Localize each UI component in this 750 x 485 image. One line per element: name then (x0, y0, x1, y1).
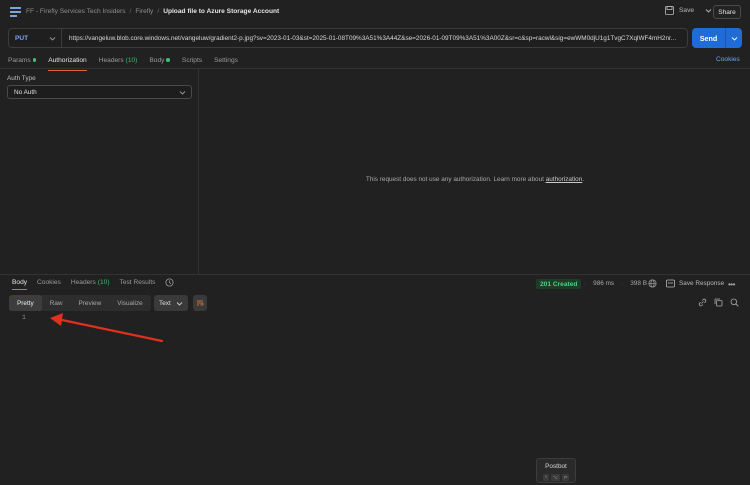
view-pretty[interactable]: Pretty (9, 295, 42, 311)
tab-label: Authorization (48, 56, 87, 64)
share-button[interactable]: Share (713, 5, 741, 19)
tab-label: Headers (98, 56, 124, 64)
link-icon[interactable] (698, 298, 707, 307)
save-response-button[interactable]: Save Response (666, 279, 724, 288)
tab-body[interactable]: Body (149, 54, 170, 68)
auth-type-value: No Auth (14, 88, 37, 96)
breadcrumb-separator: / (157, 8, 160, 15)
tab-test-results[interactable]: Test Results (120, 279, 156, 286)
tab-scripts[interactable]: Scripts (182, 54, 202, 68)
save-response-label: Save Response (679, 280, 725, 287)
url-input[interactable] (62, 29, 687, 47)
chevron-down-icon (176, 301, 183, 306)
auth-type-select[interactable]: No Auth (7, 85, 192, 99)
method-label: PUT (15, 34, 29, 42)
request-url-bar: PUT (8, 28, 688, 48)
tab-authorization[interactable]: Authorization (48, 54, 87, 71)
send-options-button[interactable] (726, 28, 742, 48)
authorization-link[interactable]: authorization (546, 176, 583, 183)
send-button[interactable]: Send (692, 28, 726, 48)
breadcrumb-item-workspace[interactable]: FF - Firefly Services Tech Insiders (26, 8, 126, 15)
save-icon (666, 279, 675, 288)
tab-label: Body (149, 56, 165, 64)
format-value: Text (159, 299, 171, 307)
save-label: Save (679, 7, 695, 14)
breadcrumb: FF - Firefly Services Tech Insiders / Fi… (26, 8, 279, 15)
response-view-switcher: Pretty Raw Preview Visualize (9, 295, 151, 311)
wrap-icon (197, 300, 204, 306)
tab-label: Cookies (37, 279, 61, 286)
view-preview[interactable]: Preview (71, 295, 110, 311)
chevron-down-icon (49, 36, 56, 41)
tab-label: Params (8, 56, 31, 64)
response-meta: · 986 ms · 398 B (584, 280, 647, 287)
meta-separator: · (584, 280, 587, 287)
tab-count: (10) (125, 56, 138, 64)
auth-message-end: . (582, 176, 585, 183)
method-select[interactable]: PUT (9, 29, 62, 47)
history-icon[interactable] (165, 278, 174, 287)
tab-settings[interactable]: Settings (214, 54, 238, 68)
network-icon[interactable] (648, 279, 657, 288)
tab-headers[interactable]: Headers (10) (99, 54, 138, 68)
chevron-down-icon (731, 36, 737, 41)
postbot-shortcut: ^ ⌥ P (537, 474, 575, 481)
response-time[interactable]: 986 ms (593, 280, 614, 287)
tab-label: Body (12, 279, 28, 286)
request-title[interactable]: Upload file to Azure Storage Account (163, 8, 279, 15)
request-tabs: Params Authorization Headers (10) Body S… (8, 54, 238, 71)
response-tabs: Body Cookies Headers (10) Test Results (12, 278, 174, 290)
chevron-down-icon[interactable] (705, 7, 712, 14)
tab-label: Headers (70, 279, 96, 286)
shortcut-key: ^ (542, 474, 550, 481)
response-size[interactable]: 398 B (630, 280, 647, 287)
breadcrumb-item-folder[interactable]: Firefly (135, 8, 153, 15)
view-raw[interactable]: Raw (42, 295, 71, 311)
shortcut-key: ⌥ (551, 474, 561, 481)
top-bar: FF - Firefly Services Tech Insiders / Fi… (0, 0, 750, 26)
cookies-link[interactable]: Cookies (716, 56, 740, 63)
postbot-button[interactable]: Postbot ^ ⌥ P (536, 458, 576, 483)
chevron-down-icon (179, 90, 186, 95)
tab-label: Settings (214, 56, 238, 64)
auth-message-text: This request does not use any authorizat… (365, 176, 546, 183)
status-dot (32, 58, 37, 62)
line-number: 1 (22, 314, 26, 321)
view-visualize[interactable]: Visualize (109, 295, 150, 311)
wrap-lines-button[interactable] (193, 295, 207, 311)
response-tools (698, 298, 739, 307)
meta-separator: · (621, 280, 624, 287)
auth-settings-panel: Auth Type No Auth (0, 69, 199, 274)
tab-params[interactable]: Params (8, 54, 37, 68)
save-icon (665, 6, 674, 15)
status-dot (166, 58, 170, 62)
auth-message: This request does not use any authorizat… (200, 176, 750, 183)
search-icon[interactable] (730, 298, 739, 307)
tab-response-headers[interactable]: Headers (10) (71, 279, 110, 286)
status-badge[interactable]: 201 Created (536, 279, 582, 289)
auth-type-label: Auth Type (7, 75, 36, 82)
tab-count: (10) (97, 279, 110, 286)
collection-icon (10, 7, 21, 17)
tab-label: Test Results (119, 279, 156, 286)
tab-label: Scripts (181, 56, 203, 64)
shortcut-key: P (562, 474, 570, 481)
divider (0, 274, 750, 275)
breadcrumb-separator: / (129, 8, 132, 15)
response-format-select[interactable]: Text (154, 295, 188, 311)
save-button[interactable]: Save (665, 6, 712, 15)
tab-response-cookies[interactable]: Cookies (37, 279, 61, 286)
copy-icon[interactable] (714, 298, 723, 307)
more-options-icon[interactable]: ••• (728, 280, 735, 289)
send-button-group: Send (692, 28, 742, 48)
tab-response-body[interactable]: Body (12, 279, 28, 290)
postbot-title: Postbot (545, 463, 567, 470)
